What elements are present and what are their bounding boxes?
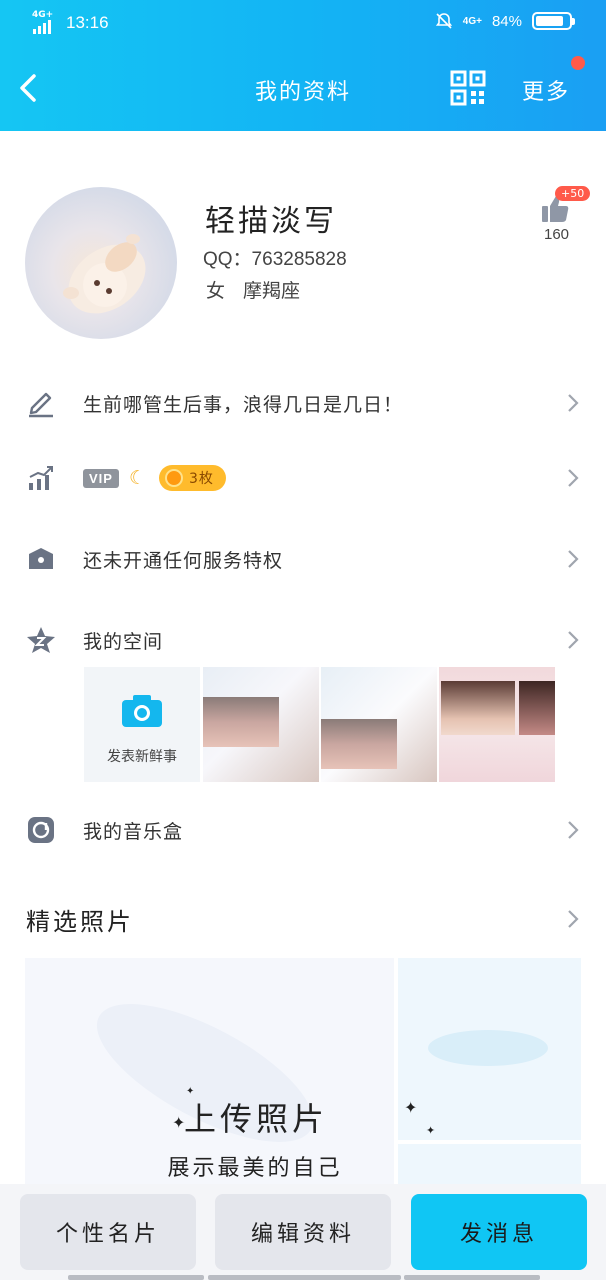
level-chart-icon (29, 466, 53, 490)
space-thumb[interactable] (203, 667, 319, 782)
network-type: 4G+ (32, 10, 54, 20)
vip-tag: VIP (83, 468, 119, 488)
send-message-button[interactable]: 发消息 (411, 1194, 587, 1270)
music-row[interactable]: 我的音乐盒 (0, 800, 606, 860)
music-text: 我的音乐盒 (83, 821, 184, 843)
zodiac: 摩羯座 (243, 280, 301, 302)
kitten-photo (63, 234, 146, 314)
service-text: 还未开通任何服务特权 (83, 550, 284, 572)
post-new-button[interactable]: 发表新鲜事 (84, 667, 200, 782)
nickname: 轻描淡写 (205, 204, 337, 239)
likes-widget[interactable]: +50 160 (538, 184, 591, 244)
sparkle-icon: ✦ (172, 1113, 186, 1132)
status-left: 4G+ 13:16 (32, 10, 109, 34)
status-time: 13:16 (66, 13, 109, 32)
chevron-right-icon (568, 469, 579, 487)
chevron-right-icon (568, 550, 579, 568)
scroll-indicator (404, 1275, 540, 1280)
avatar[interactable] (25, 187, 177, 339)
top-header: 4G+ 13:16 4G+ 84% 我的资料 更多 (0, 0, 606, 131)
notification-dot (571, 56, 585, 70)
status-bar: 4G+ 13:16 4G+ 84% (0, 0, 606, 46)
battery-icon (532, 12, 575, 30)
likes-count: 160 (544, 226, 570, 243)
post-new-label: 发表新鲜事 (107, 749, 177, 765)
gender-zodiac: 女摩羯座 (206, 276, 300, 303)
qr-code-icon[interactable] (450, 70, 486, 106)
network-type-right: 4G+ (462, 15, 482, 27)
coin-pill: 3枚 (159, 465, 226, 491)
profile-card-button[interactable]: 个性名片 (20, 1194, 196, 1270)
upload-subtitle: 展示最美的自己 (167, 1156, 343, 1181)
sparkle-icon: ✦ (426, 1124, 436, 1137)
battery-percent: 84% (491, 12, 522, 30)
gender: 女 (206, 280, 226, 302)
photos-title: 精选照片 (26, 908, 134, 936)
space-text: 我的空间 (83, 631, 164, 653)
coin-count: 3枚 (189, 471, 214, 487)
bottom-action-bar: 个性名片 编辑资料 发消息 (0, 1184, 606, 1280)
edit-profile-button[interactable]: 编辑资料 (215, 1194, 391, 1270)
status-right: 4G+ 84% (435, 12, 575, 30)
space-thumb[interactable] (439, 667, 555, 782)
scroll-indicator (68, 1275, 204, 1280)
chevron-right-icon[interactable] (566, 908, 580, 930)
vip-row[interactable]: VIP ☾ 3枚 (0, 448, 606, 508)
sparkle-icon: ✦ (186, 1086, 195, 1097)
signal-icon: 4G+ (32, 10, 58, 34)
moon-icon: ☾ (128, 467, 148, 489)
crown-icon (29, 548, 53, 569)
scroll-indicator (208, 1275, 401, 1280)
coin-icon (165, 469, 184, 487)
page-title: 我的资料 (254, 80, 351, 105)
qq-number: QQ：763285828 (203, 249, 347, 270)
chevron-right-icon (568, 631, 579, 649)
chevron-right-icon (568, 394, 579, 412)
mute-bell-icon (435, 13, 452, 29)
more-button[interactable]: 更多 (522, 74, 570, 106)
space-row[interactable]: 我的空间 (0, 610, 606, 670)
camera-icon (122, 695, 162, 727)
pencil-icon (29, 392, 53, 418)
chevron-right-icon (568, 821, 579, 839)
vip-info: VIP ☾ 3枚 (83, 465, 226, 491)
space-thumb[interactable] (321, 667, 437, 782)
music-disc-icon (28, 817, 54, 843)
likes-badge: +50 (555, 186, 591, 201)
signature-text: 生前哪管生后事，浪得几日是几日！ (83, 394, 404, 416)
upload-title[interactable]: 上传照片 (0, 1094, 606, 1140)
service-row[interactable]: 还未开通任何服务特权 (0, 529, 606, 589)
space-star-icon (27, 627, 55, 653)
sparkle-icon: ✦ (404, 1098, 418, 1117)
signature-row[interactable]: 生前哪管生后事，浪得几日是几日！ (0, 373, 606, 433)
